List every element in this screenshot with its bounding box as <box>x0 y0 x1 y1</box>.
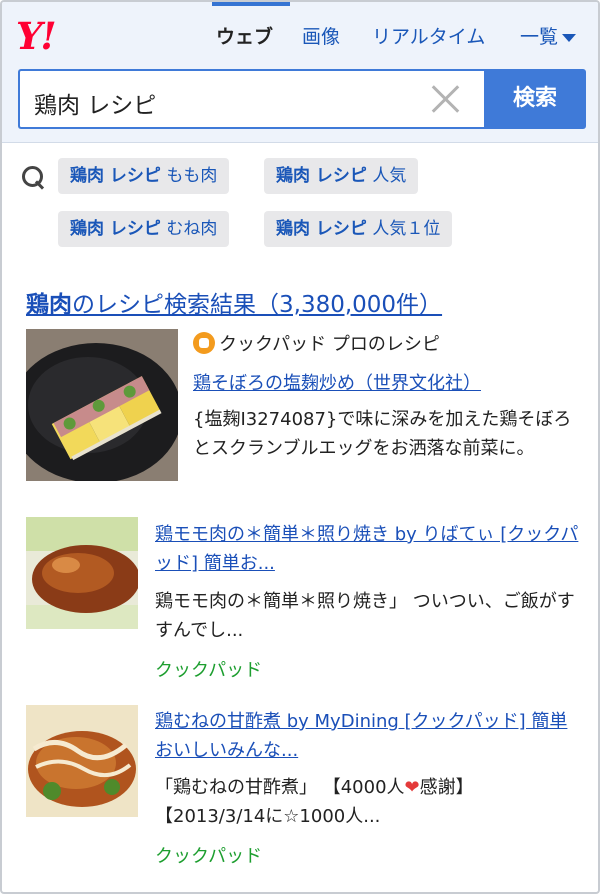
header: Y! ウェブ 画像 リアルタイム 一覧 鶏肉 レシピ 検索 <box>2 2 598 143</box>
result-snippet: 鶏モモ肉の＊簡単＊照り焼き」 ついつい、ご飯がすすんでし... <box>155 591 575 641</box>
suggestion-keyword: 鶏肉 レシピ <box>70 166 161 186</box>
active-tab-indicator <box>212 2 290 6</box>
featured-source: クックパッド プロのレシピ <box>193 330 440 356</box>
result-image-drawing <box>26 517 138 629</box>
featured-recipe-image-drawing <box>26 329 178 481</box>
tab-images[interactable]: 画像 <box>302 22 340 49</box>
cookpad-chef-icon <box>193 332 215 354</box>
result-image-drawing <box>26 705 138 817</box>
search-input[interactable]: 鶏肉 レシピ <box>18 69 484 129</box>
featured-snippet: {塩麹I3274087}で味に深みを加えた鶏そぼろとスクランブルエッグをお洒落な… <box>193 409 572 459</box>
search-icon <box>22 166 46 190</box>
tab-realtime[interactable]: リアルタイム <box>372 22 485 49</box>
result-snippet: 「鶏むねの甘酢煮」 【4000人❤感謝】 【2013/3/14に☆1000人..… <box>155 773 583 831</box>
suggestion-extra: もも肉 <box>160 166 218 186</box>
suggestion-keyword: 鶏肉 レシピ <box>276 166 367 186</box>
result-image[interactable] <box>26 705 138 817</box>
search-button[interactable]: 検索 <box>484 69 586 129</box>
result-site[interactable]: クックパッド <box>155 656 262 682</box>
result-site[interactable]: クックパッド <box>155 842 262 868</box>
suggestion-extra: むね肉 <box>160 219 218 239</box>
search-input-value: 鶏肉 レシピ <box>34 93 157 119</box>
clear-icon[interactable] <box>430 84 460 114</box>
featured-title-rest: のレシピ検索結果（3,380,000件） <box>72 292 443 318</box>
suggestion-chip[interactable]: 鶏肉 レシピ 人気１位 <box>264 211 453 247</box>
suggestion-extra: 人気 <box>366 166 407 186</box>
featured-recipe-image[interactable] <box>26 329 178 481</box>
yahoo-logo[interactable]: Y! <box>16 14 57 58</box>
chevron-down-icon <box>562 33 577 42</box>
tab-list[interactable]: 一覧 <box>520 22 577 49</box>
suggestion-chip[interactable]: 鶏肉 レシピ 人気 <box>264 158 419 194</box>
suggestion-chip[interactable]: 鶏肉 レシピ もも肉 <box>58 158 230 194</box>
tab-list-label: 一覧 <box>520 26 559 48</box>
result-image[interactable] <box>26 517 138 629</box>
page-frame: Y! ウェブ 画像 リアルタイム 一覧 鶏肉 レシピ 検索 鶏肉 レシピ もも肉… <box>0 0 600 894</box>
suggestion-chip[interactable]: 鶏肉 レシピ むね肉 <box>58 211 230 247</box>
suggestion-keyword: 鶏肉 レシピ <box>70 219 161 239</box>
result-link[interactable]: 鶏モモ肉の＊簡単＊照り焼き by りばてぃ [クックパッド] 簡単お... <box>155 520 579 578</box>
featured-result-title[interactable]: 鶏肉のレシピ検索結果（3,380,000件） <box>26 285 442 319</box>
featured-recipe-link[interactable]: 鶏そぼろの塩麹炒め（世界文化社） <box>193 369 573 398</box>
featured-source-label: クックパッド プロのレシピ <box>219 334 440 355</box>
suggestion-keyword: 鶏肉 レシピ <box>276 219 367 239</box>
result-link[interactable]: 鶏むねの甘酢煮 by MyDining [クックパッド] 簡単おいしいみんな..… <box>155 707 579 765</box>
heart-icon: ❤ <box>404 777 420 798</box>
featured-title-keyword: 鶏肉 <box>26 292 72 318</box>
tab-web[interactable]: ウェブ <box>216 22 273 49</box>
suggestion-extra: 人気１位 <box>366 219 441 239</box>
result-snippet-part: 「鶏むねの甘酢煮」 【4000人 <box>155 777 405 798</box>
